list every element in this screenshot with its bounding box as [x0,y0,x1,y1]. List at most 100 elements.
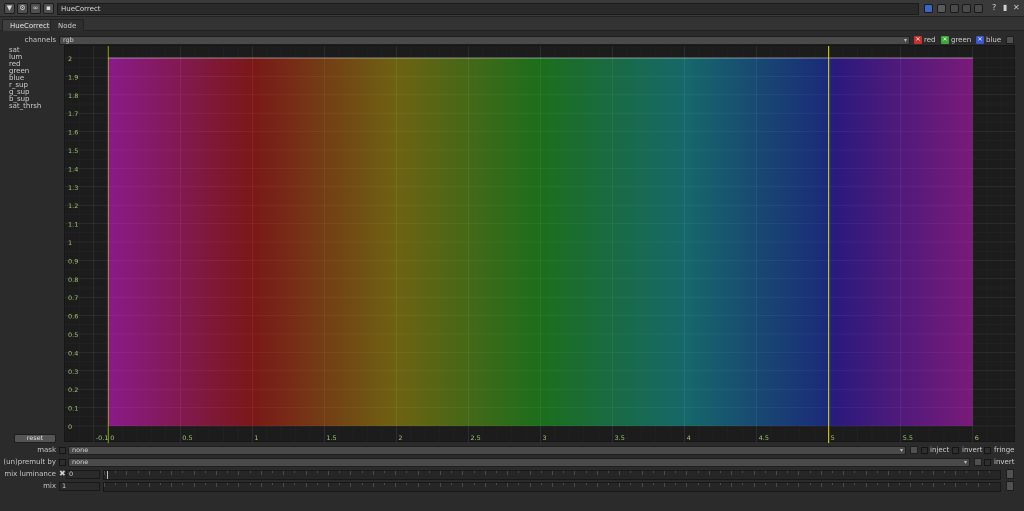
slider-tick [372,483,374,487]
premult-invert-checkbox[interactable] [984,459,991,466]
premult-dropdown[interactable]: none ▾ [68,458,970,467]
slider-tick [787,471,789,473]
reset-button[interactable]: reset [14,434,56,443]
slider-tick [675,483,677,485]
node-name-field[interactable]: HueCorrect [57,3,919,15]
curve-editor-graph[interactable]: 2 1.9 1.8 1.7 1.6 1.5 1.4 1.3 1.2 1.1 1 0.9 0.8 0.7 0.… [64,45,1016,443]
slider-tick [462,471,464,475]
slider-tick [148,483,150,487]
y-tick-label: 0.9 [68,257,78,265]
slider-tick [406,471,408,473]
y-tick-label: 0.3 [68,368,78,376]
slider-tick [238,471,240,475]
channel-green-checkbox[interactable]: ✕ [941,36,949,44]
slider-tick [294,471,296,473]
mix-luminance-enable-icon[interactable]: ✖ [59,469,66,478]
slider-tick [876,471,878,473]
y-tick-label: 1.9 [68,73,78,81]
title-bar: ▼ ⚙ ∞ ▪ HueCorrect ? ▮ ✕ [0,0,1024,17]
slider-tick [283,471,285,475]
slider-tick [137,483,139,485]
mask-channel-button[interactable] [910,446,918,454]
channel-red-checkbox[interactable]: ✕ [914,36,922,44]
float-icon[interactable]: ▮ [1003,3,1007,13]
channels-dropdown[interactable]: rgb ▾ [59,36,910,45]
revert-icon[interactable] [974,4,983,13]
link-icon[interactable]: ∞ [30,3,41,14]
mix-curve-button[interactable] [1006,481,1014,491]
slider-tick [148,471,150,475]
slider-tick [171,483,173,487]
channels-alpha-checkbox[interactable] [1006,36,1014,44]
settings-icon[interactable]: ⚙ [17,3,28,14]
x-tick-label: 1.5 [326,434,336,442]
mask-invert-checkbox[interactable] [952,447,959,454]
mix-luminance-slider[interactable] [103,470,1001,480]
slider-tick [686,483,688,487]
slider-handle[interactable] [1000,483,1001,491]
slider-tick [675,471,677,473]
fringe-checkbox[interactable] [984,447,991,454]
channel-red-label: red [924,36,936,44]
undo-icon[interactable] [950,4,959,13]
y-tick-label: 1.7 [68,110,78,118]
slider-tick [630,483,632,485]
slider-tick [708,471,710,475]
slider-tick [1000,471,1001,475]
slider-tick [518,483,520,485]
slider-tick [686,471,688,475]
curve-item-sat-thrsh[interactable]: sat_thrsh [9,103,64,110]
mix-luminance-input[interactable]: 0 [66,470,100,479]
slider-tick [305,483,307,487]
slider-tick [428,483,430,485]
viewer-icon[interactable] [924,4,933,13]
mask-dropdown[interactable]: none ▾ [68,446,906,455]
mix-input[interactable]: 1 [59,482,100,491]
slider-tick [932,471,934,475]
slider-tick [753,471,755,475]
slider-tick [552,483,553,487]
slider-tick [820,483,822,487]
premult-invert-label: invert [994,458,1015,466]
slider-tick [216,471,217,475]
color-picker-icon[interactable] [937,4,946,13]
y-tick-label: 1.2 [68,202,78,210]
y-tick-label: 0.6 [68,313,78,321]
close-icon[interactable]: ✕ [1013,3,1020,13]
inject-checkbox[interactable] [921,447,928,454]
slider-tick [820,471,822,475]
slider-tick [652,471,654,473]
slider-tick [104,471,105,475]
slider-tick [843,483,845,487]
slider-tick [585,483,587,485]
slider-tick [944,483,945,485]
slider-tick [764,483,766,485]
slider-tick [932,483,934,487]
mask-enable-checkbox[interactable] [59,447,66,454]
curve-editor-canvas[interactable]: 2 1.9 1.8 1.7 1.6 1.5 1.4 1.3 1.2 1.1 1 0.9 0.8 0.7 0.… [65,46,1016,443]
help-icon[interactable]: ? [992,3,996,13]
slider-tick [384,483,385,485]
y-tick-label: 1.4 [68,165,78,173]
mix-luminance-curve-button[interactable] [1006,469,1014,479]
channel-blue-checkbox[interactable]: ✕ [976,36,984,44]
mix-slider[interactable] [103,482,1001,492]
slider-tick [540,483,542,485]
slider-tick [272,483,273,485]
slider-handle[interactable] [107,471,108,479]
collapse-icon[interactable]: ▼ [4,3,15,14]
slider-tick [227,483,229,485]
x-tick-label: 5.5 [903,434,913,442]
redo-icon[interactable] [962,4,971,13]
slider-tick [552,471,553,475]
x-tick-label: 1 [254,434,258,442]
y-tick-label: 2 [68,55,72,63]
slider-tick [171,471,173,475]
slider-tick [764,471,766,473]
slider-tick [260,471,262,475]
premult-enable-checkbox[interactable] [59,459,66,466]
node-color-icon[interactable]: ▪ [43,3,54,14]
slider-tick [350,483,352,487]
tab-node[interactable]: Node [50,19,85,31]
premult-channel-button[interactable] [974,458,982,466]
